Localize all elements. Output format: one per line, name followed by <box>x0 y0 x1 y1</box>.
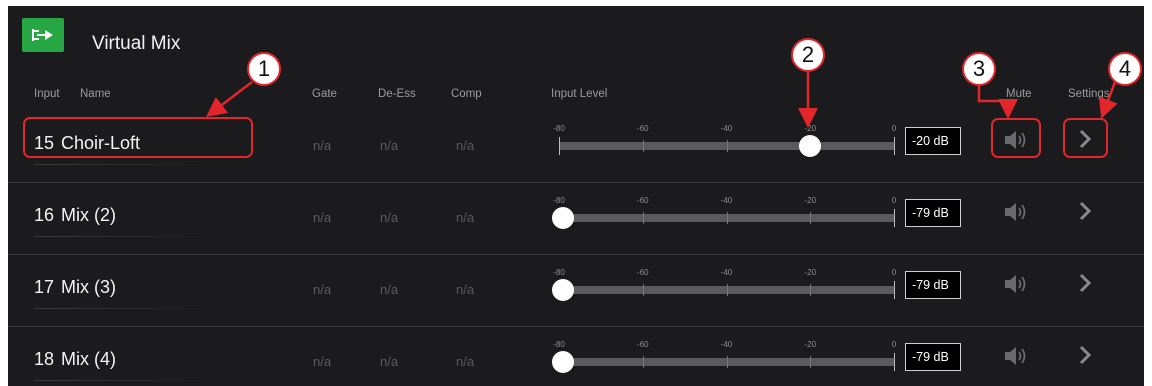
scale-tick-mark <box>642 284 644 296</box>
de-ess-value: n/a <box>380 354 399 369</box>
callout-box-mute <box>991 118 1041 158</box>
level-db-field[interactable]: -79 dB <box>905 271 961 299</box>
channel-name-label: Mix (2) <box>61 205 117 225</box>
chevron-right-icon[interactable] <box>1078 201 1092 221</box>
speaker-icon[interactable] <box>1004 346 1028 366</box>
scale-tick-label: -60 <box>636 124 649 133</box>
header-input-level: Input Level <box>551 88 608 100</box>
channel-input-number: 18 <box>34 349 55 369</box>
slider-knob[interactable] <box>552 207 575 229</box>
de-ess-value: n/a <box>380 138 399 153</box>
name-underline <box>34 380 224 381</box>
gate-value: n/a <box>313 354 332 369</box>
slider-end-cap <box>894 353 895 371</box>
level-db-field[interactable]: -79 dB <box>905 199 961 227</box>
scale-tick-label: -40 <box>720 124 733 133</box>
callout-box-settings <box>1063 118 1108 158</box>
slider-knob[interactable] <box>799 135 822 157</box>
scale-tick-mark <box>642 140 644 152</box>
channel-row: 16 Mix (2) n/a n/a n/a -80 -60 -40 -20 0 -79 dB <box>8 182 1144 255</box>
gate-value: n/a <box>313 210 332 225</box>
level-db-field[interactable]: -20 dB <box>905 127 961 155</box>
scale-tick-label: 0 <box>891 124 897 133</box>
callout-number-4: 4 <box>1108 52 1142 86</box>
slider-end-cap <box>894 137 895 155</box>
channel-name-field[interactable]: 16 Mix (2) <box>34 205 116 226</box>
gate-value: n/a <box>313 138 332 153</box>
channel-name-field[interactable]: 18 Mix (4) <box>34 349 116 370</box>
chevron-right-icon[interactable] <box>1078 345 1092 365</box>
scale-tick-label: -40 <box>720 340 733 349</box>
comp-value: n/a <box>456 138 475 153</box>
slider-knob[interactable] <box>552 279 575 301</box>
scale-tick-mark <box>810 284 812 296</box>
callout-number-3: 3 <box>962 52 996 86</box>
comp-value: n/a <box>456 282 475 297</box>
scale-tick-mark <box>726 356 728 368</box>
scale-tick-label: -60 <box>636 196 649 205</box>
scale-tick-label: 0 <box>891 340 897 349</box>
header-comp: Comp <box>451 88 482 100</box>
name-underline <box>34 308 224 309</box>
gate-value: n/a <box>313 282 332 297</box>
comp-value: n/a <box>456 354 475 369</box>
header-de-ess: De-Ess <box>378 88 416 100</box>
comp-value: n/a <box>456 210 475 225</box>
scale-tick-mark <box>810 212 812 224</box>
scale-tick-mark <box>642 356 644 368</box>
input-arrow-icon <box>22 18 64 52</box>
slider-end-cap <box>894 209 895 227</box>
channel-row: 18 Mix (4) n/a n/a n/a -80 -60 -40 -20 0 -79 dB <box>8 326 1144 386</box>
scale-tick-mark <box>642 212 644 224</box>
scale-tick-mark <box>726 140 728 152</box>
speaker-icon[interactable] <box>1004 202 1028 222</box>
scale-tick-label: 0 <box>891 268 897 277</box>
scale-tick-mark <box>726 284 728 296</box>
header-input: Input <box>34 88 60 100</box>
callout-box-name <box>23 117 253 158</box>
scale-tick-label: -60 <box>636 268 649 277</box>
chevron-right-icon[interactable] <box>1078 273 1092 293</box>
header-mute: Mute <box>1006 88 1032 100</box>
channel-name-label: Mix (4) <box>61 349 117 369</box>
slider-knob[interactable] <box>552 351 575 373</box>
scale-tick-label: -80 <box>553 340 565 349</box>
scale-tick-label: -20 <box>804 196 817 205</box>
de-ess-value: n/a <box>380 210 399 225</box>
channel-name-field[interactable]: 17 Mix (3) <box>34 277 116 298</box>
slider-start-cap <box>559 137 560 155</box>
callout-number-1: 1 <box>247 52 281 86</box>
scale-tick-label: -20 <box>804 268 817 277</box>
scale-tick-mark <box>810 356 812 368</box>
scale-tick-label: -40 <box>720 196 733 205</box>
scale-tick-label: -20 <box>804 124 817 133</box>
channel-row: 17 Mix (3) n/a n/a n/a -80 -60 -40 -20 0 -79 dB <box>8 254 1144 327</box>
scale-tick-label: -20 <box>804 340 817 349</box>
level-db-field[interactable]: -79 dB <box>905 343 961 371</box>
scale-tick-label: -80 <box>553 268 565 277</box>
speaker-icon[interactable] <box>1004 274 1028 294</box>
scale-tick-label: -40 <box>720 268 733 277</box>
scale-tick-label: -60 <box>636 340 649 349</box>
header-gate: Gate <box>312 88 337 100</box>
channel-name-label: Mix (3) <box>61 277 117 297</box>
scale-tick-label: 0 <box>891 196 897 205</box>
scale-tick-label: -80 <box>553 124 565 133</box>
channel-input-number: 17 <box>34 277 55 297</box>
scale-tick-mark <box>726 212 728 224</box>
header-name: Name <box>80 88 111 100</box>
callout-number-2: 2 <box>791 38 825 72</box>
name-underline <box>34 236 224 237</box>
page-title: Virtual Mix <box>92 33 181 54</box>
name-underline <box>34 164 224 165</box>
de-ess-value: n/a <box>380 282 399 297</box>
channel-input-number: 16 <box>34 205 55 225</box>
slider-end-cap <box>894 281 895 299</box>
scale-tick-label: -80 <box>553 196 565 205</box>
header-settings: Settings <box>1068 88 1110 100</box>
